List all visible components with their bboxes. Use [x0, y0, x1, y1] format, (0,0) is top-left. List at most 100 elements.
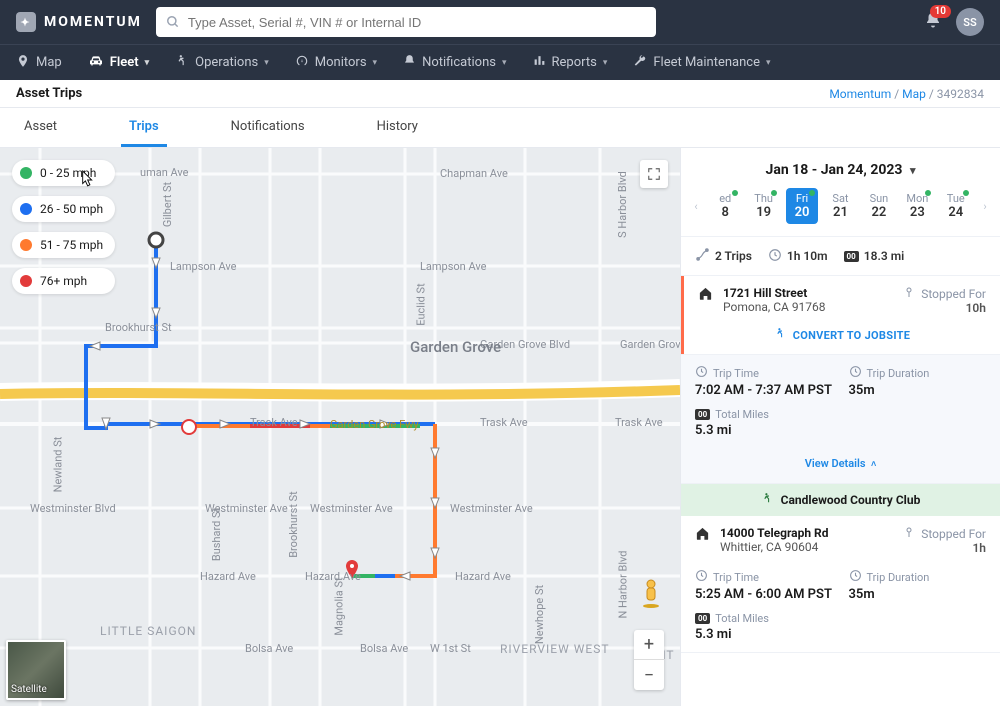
topbar: ✦ MOMENTUM 10 SS [0, 0, 1000, 44]
person-dig-icon [774, 327, 787, 343]
tab-history[interactable]: History [369, 109, 426, 147]
activity-dot-icon [925, 190, 931, 196]
legend-item[interactable]: 26 - 50 mph [12, 196, 115, 222]
logo[interactable]: ✦ MOMENTUM [16, 12, 142, 32]
nav-notifications[interactable]: Notifications▾ [403, 54, 506, 71]
map-label: Garden Grove Fwy [330, 418, 419, 431]
fullscreen-icon [647, 167, 661, 181]
map-label: Chapman Ave [440, 167, 508, 180]
person-dig-icon [761, 492, 774, 508]
map-label: Trask Ave [250, 416, 298, 429]
date-range-picker[interactable]: Jan 18 - Jan 24, 2023 ▾ [681, 148, 1000, 188]
map-label: Newhope St [533, 585, 546, 644]
map-label: Lampson Ave [420, 260, 486, 273]
fullscreen-button[interactable] [640, 160, 668, 188]
nav-reports[interactable]: Reports▾ [533, 54, 608, 71]
day-cell[interactable]: Fri20 [786, 188, 818, 224]
asset-tabs: Asset Trips Notifications History [0, 108, 1000, 148]
chevron-down-icon: ▾ [145, 58, 150, 68]
car-icon [88, 53, 104, 73]
day-cell[interactable]: Thu19 [747, 188, 779, 224]
tab-asset[interactable]: Asset [16, 109, 65, 147]
nav-maintenance[interactable]: Fleet Maintenance▾ [633, 54, 770, 72]
stop-pin-icon [903, 287, 918, 301]
map-label: Bolsa Ave [245, 642, 293, 655]
odometer-icon: 00 [844, 251, 859, 262]
clock-icon [695, 365, 708, 381]
gauge-icon [295, 54, 309, 72]
map-label: Newland St [51, 437, 64, 493]
breadcrumb-id: 3492834 [937, 87, 984, 101]
map-label: Lampson Ave [170, 260, 236, 273]
breadcrumb-root[interactable]: Momentum [829, 87, 891, 101]
day-cell[interactable]: Sat21 [824, 188, 856, 224]
zoom-in-button[interactable]: + [634, 630, 664, 660]
odometer-icon: 00 [695, 613, 710, 624]
legend-item[interactable]: 76+ mph [12, 268, 115, 294]
map-label: N Harbor Blvd [617, 550, 630, 618]
chevron-down-icon: ▾ [910, 164, 916, 177]
nav-monitors[interactable]: Monitors▾ [295, 54, 377, 72]
map-label: Magnolia St [333, 577, 346, 635]
map-label: Garden Grove Blvd [620, 338, 680, 351]
nav-fleet[interactable]: Fleet▾ [88, 53, 149, 73]
map-label-area: RIVERVIEW WEST [500, 642, 610, 656]
map-label: Gilbert St [161, 182, 174, 227]
logo-mark-icon: ✦ [16, 12, 36, 32]
legend-item[interactable]: 0 - 25 mph [12, 160, 115, 186]
jobsite-name: Candlewood Country Club [681, 484, 1000, 516]
map-label: Westminster Ave [310, 502, 393, 515]
search-box[interactable] [156, 7, 656, 37]
chevron-down-icon: ▾ [373, 58, 378, 68]
breadcrumb-section[interactable]: Map [902, 87, 926, 101]
map-label: Westminster Blvd [30, 502, 116, 515]
view-details-link[interactable]: View Details ˄ [805, 457, 877, 470]
notifications-bell[interactable]: 10 [924, 11, 942, 33]
trip-card: Candlewood Country Club 14000 Telegraph … [681, 484, 1000, 653]
streetview-pegman[interactable] [640, 579, 662, 614]
map-label: Hazard Ave [200, 570, 256, 583]
map-label-city: Garden Grove [410, 338, 501, 356]
stop-address-line1: 14000 Telegraph Rd [720, 526, 893, 540]
trip-time: 7:02 AM - 7:37 AM PST [695, 383, 833, 398]
days-next-button[interactable]: › [978, 200, 992, 213]
nav-operations[interactable]: Operations▾ [175, 54, 269, 72]
map-label: uman Ave [140, 166, 189, 179]
tab-notifications[interactable]: Notifications [223, 109, 313, 147]
map-canvas[interactable]: uman Ave Chapman Ave Lampson Ave Lampson… [0, 148, 680, 706]
legend-item[interactable]: 51 - 75 mph [12, 232, 115, 258]
day-cell[interactable]: Sun22 [863, 188, 895, 224]
day-strip: ‹ ed8Thu19Fri20Sat21Sun22Mon23Tue24 › [681, 188, 1000, 237]
stopped-duration: 1h [903, 541, 986, 555]
clock-icon [695, 569, 708, 585]
days-prev-button[interactable]: ‹ [689, 200, 703, 213]
odometer-icon: 00 [695, 409, 710, 420]
zoom-out-button[interactable]: − [634, 660, 664, 690]
chevron-down-icon: ▾ [502, 58, 507, 68]
nav-map[interactable]: Map [16, 54, 62, 72]
activity-dot-icon [963, 190, 969, 196]
satellite-toggle[interactable]: Satellite [6, 640, 66, 700]
clock-icon [849, 569, 862, 585]
stop-pin-icon [903, 527, 918, 541]
convert-to-jobsite-button[interactable]: CONVERT TO JOBSITE [774, 327, 911, 343]
map-label: Trask Ave [615, 416, 663, 429]
map-label: W 1st St [430, 642, 471, 655]
stopped-duration: 10h [903, 301, 986, 315]
map-label: Brookhurst St [105, 321, 172, 334]
chevron-down-icon: ▾ [603, 58, 608, 68]
map-pin-icon [16, 54, 30, 72]
bell-icon [403, 54, 416, 71]
map-label-area: LITTLE SAIGON [100, 624, 196, 638]
map-label: Bushard St [210, 508, 223, 561]
person-dig-icon [175, 54, 189, 72]
search-input[interactable] [188, 15, 646, 30]
trips-panel: Jan 18 - Jan 24, 2023 ▾ ‹ ed8Thu19Fri20S… [680, 148, 1000, 706]
day-cell[interactable]: ed8 [709, 188, 741, 224]
tab-trips[interactable]: Trips [121, 109, 167, 147]
day-cell[interactable]: Tue24 [940, 188, 972, 224]
day-cell[interactable]: Mon23 [901, 188, 933, 224]
map-label: Hazard Ave [455, 570, 511, 583]
user-avatar[interactable]: SS [956, 8, 984, 36]
chevron-down-icon: ▾ [264, 58, 269, 68]
